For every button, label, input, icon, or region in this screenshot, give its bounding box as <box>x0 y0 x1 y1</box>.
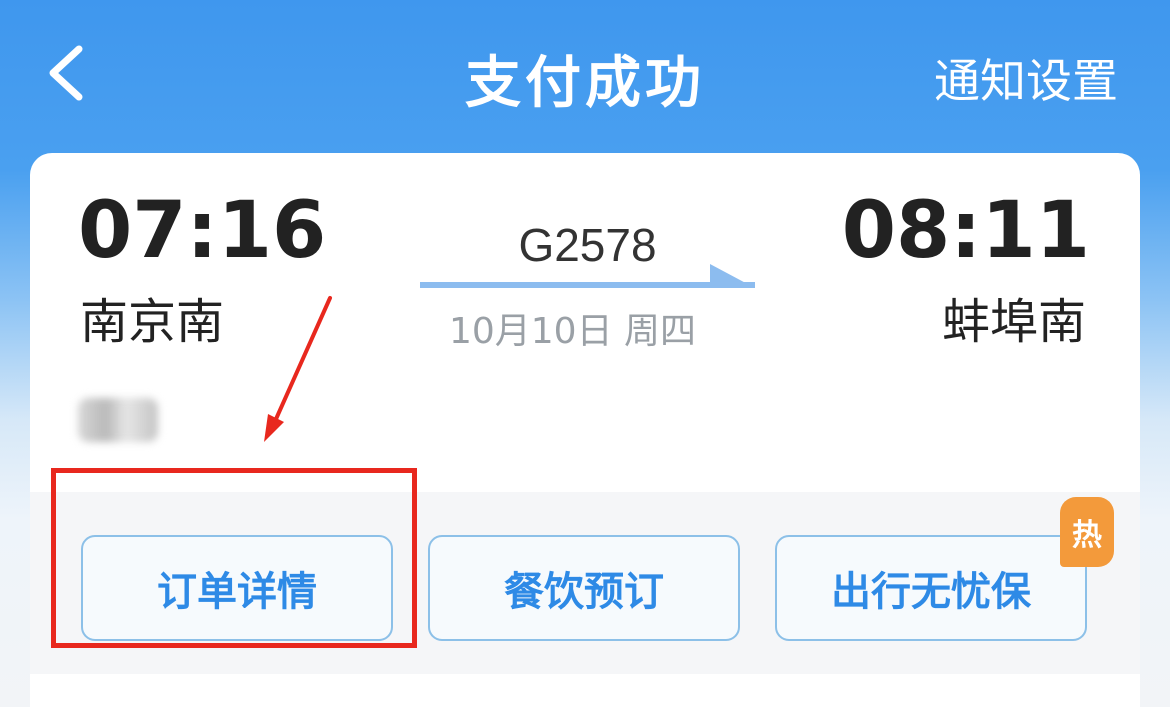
annotation-arrow-icon <box>264 296 332 442</box>
